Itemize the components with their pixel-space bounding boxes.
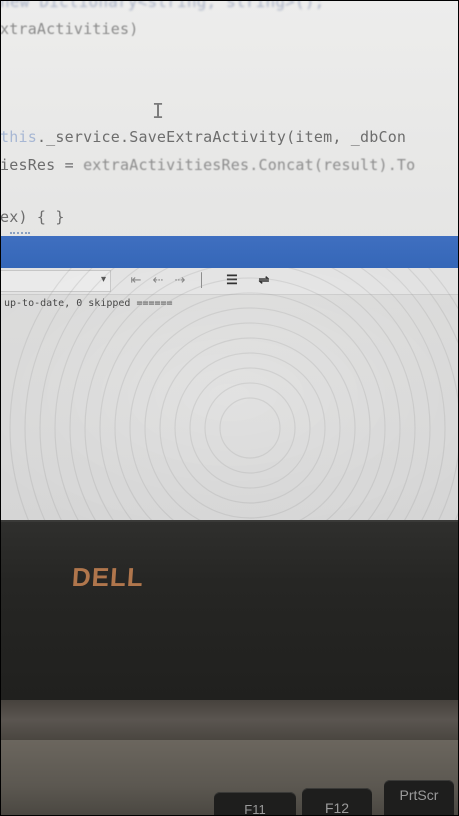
warning-squiggle	[10, 226, 30, 234]
laptop-bezel	[0, 520, 459, 722]
key-label: F12	[324, 800, 350, 816]
laptop-screen: new Dictionary<string, string>(); xtraAc…	[0, 0, 459, 522]
word-wrap-icon[interactable]: ⇌	[256, 272, 272, 288]
code-assignment: iesRes =	[0, 156, 84, 174]
code-line-save-extra-activity: this._service.SaveExtraActivity(item, _d…	[0, 128, 406, 146]
code-call: ._service.SaveExtraActivity(item, _dbCon	[36, 128, 407, 146]
photo-of-laptop-screen: new Dictionary<string, string>(); xtraAc…	[0, 0, 459, 816]
output-panel-header	[0, 236, 459, 268]
code-keyword-this: this	[0, 128, 37, 146]
code-line-dictionary: new Dictionary<string, string>();	[0, 0, 325, 11]
dell-logo: DELL	[70, 562, 145, 592]
chevron-down-icon: ▾	[100, 274, 106, 285]
previous-message-icon[interactable]: ⇠	[150, 272, 166, 288]
code-line-concat: iesRes = extraActivitiesRes.Concat(resul…	[0, 156, 415, 174]
key-prtscr[interactable]: PrtScr	[384, 780, 454, 816]
key-label: F11	[244, 802, 266, 816]
build-output-text: up-to-date, 0 skipped ======	[4, 298, 173, 309]
clear-all-icon[interactable]: ☰	[224, 272, 240, 288]
keyboard-deck: F11 F12 PrtScr	[0, 740, 459, 816]
output-source-dropdown[interactable]: ▾	[0, 270, 111, 292]
code-line-extra-activities: xtraActivities)	[0, 20, 139, 38]
key-label: PrtScr	[399, 787, 439, 803]
key-f12[interactable]: F12	[302, 788, 372, 816]
find-message-icon[interactable]: ⇤	[128, 272, 144, 288]
laptop-hinge	[0, 700, 459, 740]
separator-icon: │	[197, 272, 207, 287]
code-concat-call: extraActivitiesRes.Concat(result).To	[83, 156, 416, 174]
next-message-icon[interactable]: ⇢	[172, 272, 188, 288]
output-toolbar: ▾ ⇤ ⇠ ⇢ │ ☰ ⇌	[0, 268, 459, 295]
code-line-catch: ex) { }	[0, 208, 65, 226]
key-f11[interactable]: F11	[214, 792, 296, 816]
text-cursor-icon: I	[152, 99, 165, 123]
